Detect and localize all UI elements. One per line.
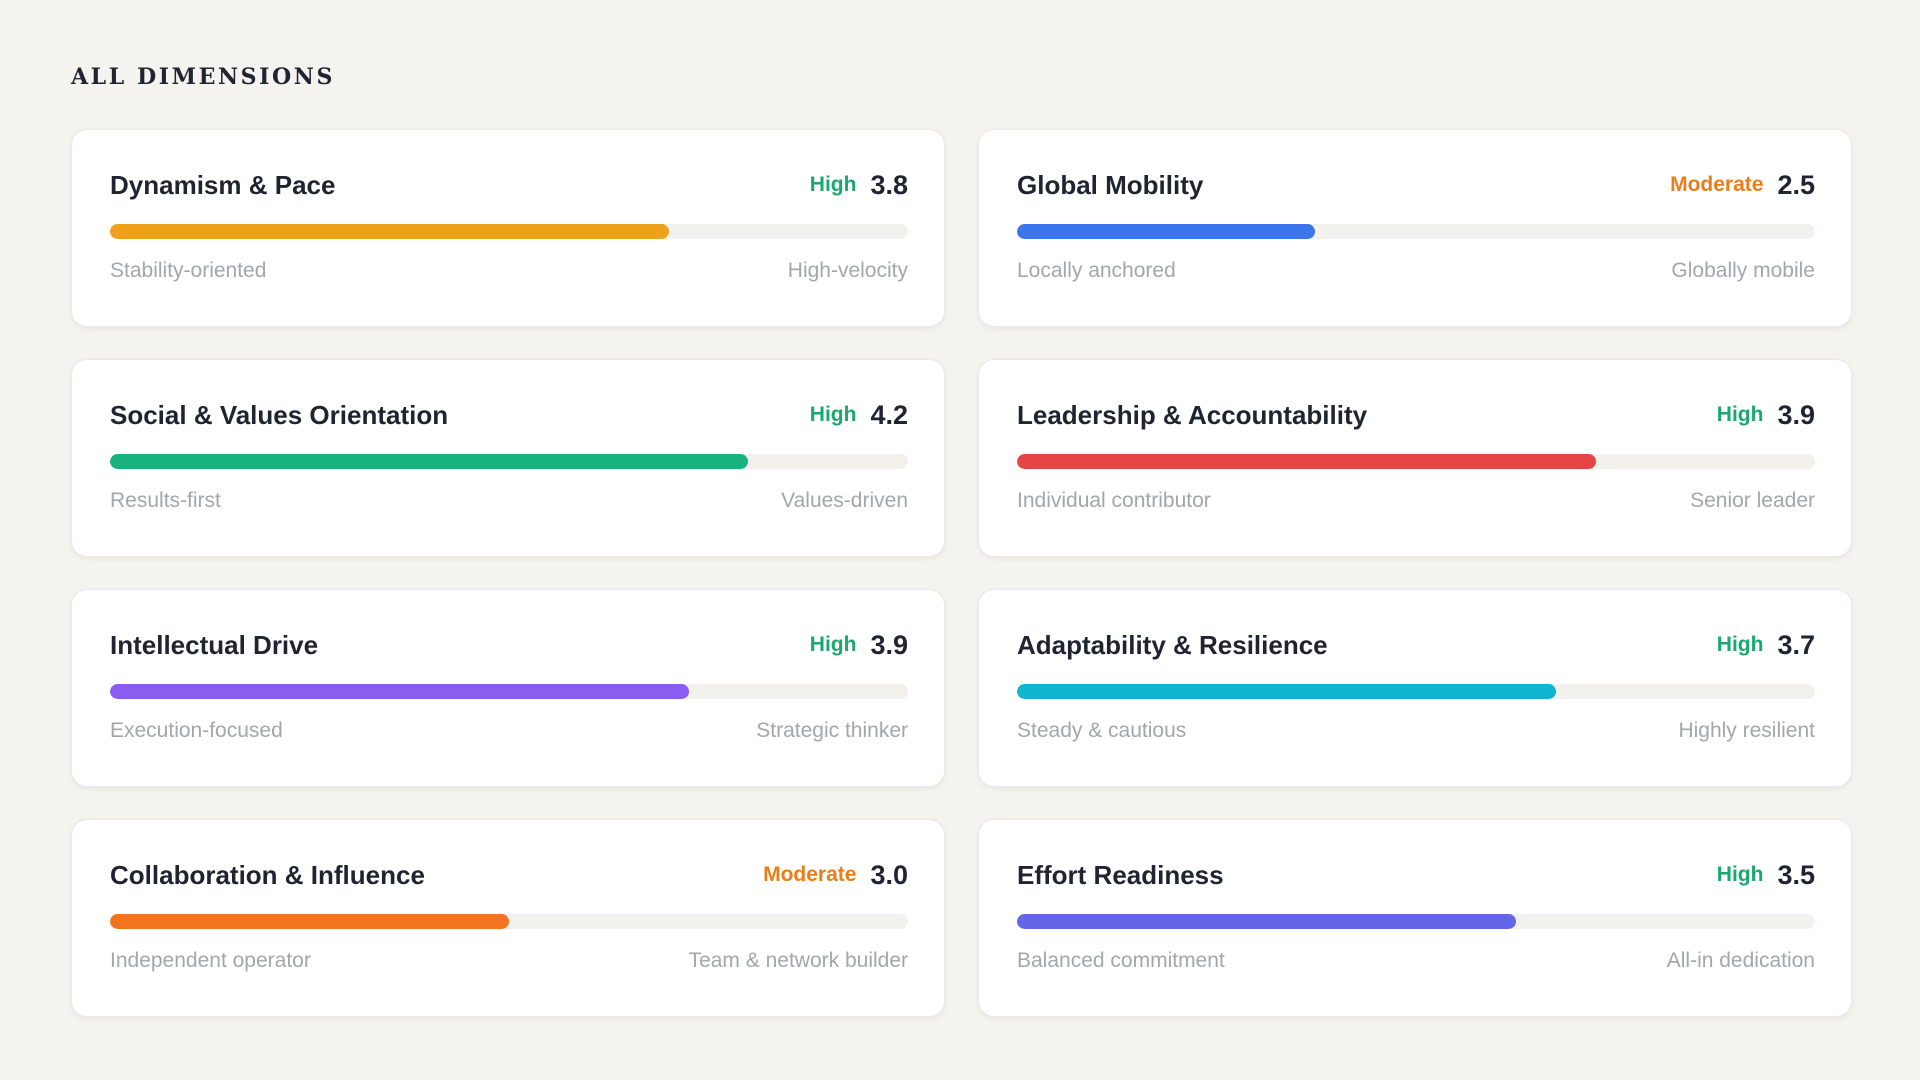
dimension-title: Adaptability & Resilience: [1017, 629, 1328, 660]
scale-labels: Results-first Values-driven: [110, 489, 908, 513]
dimension-card: Effort Readiness High 3.5 Balanced commi…: [978, 819, 1852, 1017]
progress-track: [110, 454, 908, 469]
dimension-score: 3.5: [1777, 859, 1815, 890]
dimension-score: 3.0: [870, 859, 908, 890]
level-badge: Moderate: [763, 863, 857, 886]
dimension-title: Social & Values Orientation: [110, 399, 449, 430]
dimensions-grid: Dynamism & Pace High 3.8 Stability-orien…: [71, 129, 1852, 1017]
level-badge: High: [809, 633, 857, 656]
progress-fill: [1017, 454, 1596, 469]
card-header: Global Mobility Moderate 2.5: [1017, 167, 1815, 203]
progress-track: [1017, 684, 1815, 699]
level-badge: High: [809, 403, 857, 426]
dimension-card: Collaboration & Influence Moderate 3.0 I…: [71, 819, 945, 1017]
card-header: Dynamism & Pace High 3.8: [110, 167, 908, 203]
scale-high-label: Globally mobile: [1671, 259, 1815, 282]
dimension-score: 3.8: [870, 169, 908, 200]
dimension-card: Leadership & Accountability High 3.9 Ind…: [978, 359, 1852, 557]
scale-high-label: All-in dedication: [1666, 949, 1815, 972]
dimension-card: Global Mobility Moderate 2.5 Locally anc…: [978, 129, 1852, 327]
card-header: Intellectual Drive High 3.9: [110, 627, 908, 663]
progress-fill: [110, 454, 749, 469]
progress-fill: [110, 684, 689, 699]
score-group: High 3.9: [1717, 400, 1815, 431]
scale-low-label: Locally anchored: [1017, 259, 1176, 282]
scale-labels: Steady & cautious Highly resilient: [1017, 719, 1815, 743]
scale-labels: Independent operator Team & network buil…: [110, 949, 908, 973]
level-badge: High: [1716, 403, 1764, 426]
dimension-score: 2.5: [1777, 169, 1815, 200]
level-badge: High: [809, 173, 857, 196]
level-badge: High: [1716, 863, 1764, 886]
scale-low-label: Independent operator: [110, 949, 311, 972]
scale-low-label: Stability-oriented: [110, 259, 267, 282]
scale-high-label: Team & network builder: [688, 949, 908, 972]
card-header: Effort Readiness High 3.5: [1017, 857, 1815, 893]
scale-labels: Stability-oriented High-velocity: [110, 259, 908, 283]
scale-high-label: Senior leader: [1690, 489, 1815, 512]
level-badge: High: [1716, 633, 1764, 656]
progress-fill: [1017, 684, 1556, 699]
progress-fill: [1017, 914, 1516, 929]
progress-track: [1017, 224, 1815, 239]
score-group: High 3.8: [810, 170, 908, 201]
dimension-title: Dynamism & Pace: [110, 169, 336, 200]
scale-high-label: Strategic thinker: [756, 719, 908, 742]
dimension-card: Dynamism & Pace High 3.8 Stability-orien…: [71, 129, 945, 327]
dimension-score: 3.9: [870, 629, 908, 660]
progress-fill: [1017, 224, 1315, 239]
progress-track: [110, 224, 908, 239]
scale-high-label: High-velocity: [787, 259, 908, 282]
scale-low-label: Individual contributor: [1017, 489, 1211, 512]
scale-labels: Balanced commitment All-in dedication: [1017, 949, 1815, 973]
progress-track: [1017, 454, 1815, 469]
progress-fill: [110, 914, 509, 929]
scale-low-label: Results-first: [110, 489, 221, 512]
dimension-score: 3.9: [1777, 399, 1815, 430]
section-title: ALL DIMENSIONS: [71, 64, 336, 90]
dimension-title: Collaboration & Influence: [110, 859, 425, 890]
scale-labels: Locally anchored Globally mobile: [1017, 259, 1815, 283]
score-group: Moderate 3.0: [763, 860, 908, 891]
scale-labels: Execution-focused Strategic thinker: [110, 719, 908, 743]
card-header: Collaboration & Influence Moderate 3.0: [110, 857, 908, 893]
scale-labels: Individual contributor Senior leader: [1017, 489, 1815, 513]
scale-high-label: Values-driven: [781, 489, 908, 512]
scale-low-label: Steady & cautious: [1017, 719, 1187, 742]
card-header: Social & Values Orientation High 4.2: [110, 397, 908, 433]
dimension-score: 3.7: [1777, 629, 1815, 660]
progress-track: [1017, 914, 1815, 929]
dimension-card: Adaptability & Resilience High 3.7 Stead…: [978, 589, 1852, 787]
score-group: High 4.2: [810, 400, 908, 431]
dimension-card: Social & Values Orientation High 4.2 Res…: [71, 359, 945, 557]
progress-track: [110, 684, 908, 699]
progress-track: [110, 914, 908, 929]
level-badge: Moderate: [1670, 173, 1764, 196]
dimension-title: Effort Readiness: [1017, 859, 1224, 890]
dimension-title: Leadership & Accountability: [1017, 399, 1368, 430]
scale-low-label: Execution-focused: [110, 719, 283, 742]
dimension-title: Global Mobility: [1017, 169, 1204, 200]
score-group: High 3.7: [1717, 630, 1815, 661]
dimension-title: Intellectual Drive: [110, 629, 319, 660]
scale-high-label: Highly resilient: [1678, 719, 1815, 742]
score-group: Moderate 2.5: [1670, 170, 1815, 201]
dimension-card: Intellectual Drive High 3.9 Execution-fo…: [71, 589, 945, 787]
score-group: High 3.9: [810, 630, 908, 661]
progress-fill: [110, 224, 669, 239]
score-group: High 3.5: [1717, 860, 1815, 891]
card-header: Leadership & Accountability High 3.9: [1017, 397, 1815, 433]
card-header: Adaptability & Resilience High 3.7: [1017, 627, 1815, 663]
scale-low-label: Balanced commitment: [1017, 949, 1225, 972]
dimension-score: 4.2: [870, 399, 908, 430]
